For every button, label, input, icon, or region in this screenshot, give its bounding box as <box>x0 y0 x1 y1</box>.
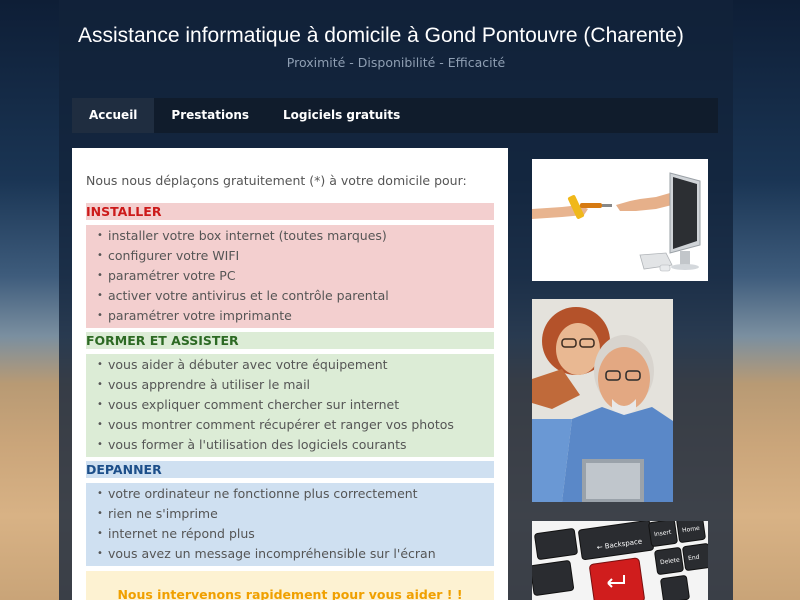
list-item: vous former à l'utilisation des logiciel… <box>86 435 494 455</box>
page-container: Assistance informatique à domicile à Gon… <box>59 0 733 600</box>
section-list-box: vous aider à débuter avec votre équipeme… <box>86 354 494 457</box>
list-item: activer votre antivirus et le contrôle p… <box>86 286 494 306</box>
site-tagline: Proximité - Disponibilité - Efficacité <box>286 55 506 70</box>
nav-item-accueil[interactable]: Accueil <box>72 98 155 133</box>
list-item: installer votre box internet (toutes mar… <box>86 226 494 246</box>
section-heading: DEPANNER <box>86 461 494 478</box>
list-item: vous montrer comment récupérer et ranger… <box>86 415 494 435</box>
site-title[interactable]: Assistance informatique à domicile à Gon… <box>78 23 718 49</box>
list-item: vous apprendre à utiliser le mail <box>86 375 494 395</box>
list-item: paramétrer votre imprimante <box>86 306 494 326</box>
list-item: vous avez un message incompréhensible su… <box>86 544 494 564</box>
intro-text: Nous nous déplaçons gratuitement (*) à v… <box>86 173 467 188</box>
section-former-assister: FORMER ET ASSISTER vous aider à débuter … <box>86 332 494 457</box>
main-content: Nous nous déplaçons gratuitement (*) à v… <box>72 148 508 600</box>
list-item: configurer votre WIFI <box>86 246 494 266</box>
nav-item-logiciels-gratuits[interactable]: Logiciels gratuits <box>266 98 417 133</box>
list-item: votre ordinateur ne fonctionne plus corr… <box>86 484 494 504</box>
hands-computer-image <box>532 159 708 281</box>
keyboard-image: ← Backspace Insert Home Delete End <box>532 521 708 600</box>
main-navigation: Accueil Prestations Logiciels gratuits <box>72 98 718 133</box>
senior-couple-image <box>532 299 673 502</box>
call-to-action-banner: Nous intervenons rapidement pour vous ai… <box>86 571 494 600</box>
list-item: paramétrer votre PC <box>86 266 494 286</box>
section-heading: FORMER ET ASSISTER <box>86 332 494 349</box>
list-item: rien ne s'imprime <box>86 504 494 524</box>
section-depanner: DEPANNER votre ordinateur ne fonctionne … <box>86 461 494 566</box>
section-list-box: installer votre box internet (toutes mar… <box>86 225 494 328</box>
section-heading: INSTALLER <box>86 203 494 220</box>
section-list-box: votre ordinateur ne fonctionne plus corr… <box>86 483 494 566</box>
list-item: internet ne répond plus <box>86 524 494 544</box>
nav-item-prestations[interactable]: Prestations <box>154 98 266 133</box>
section-installer: INSTALLER installer votre box internet (… <box>86 203 494 328</box>
list-item: vous expliquer comment chercher sur inte… <box>86 395 494 415</box>
list-item: vous aider à débuter avec votre équipeme… <box>86 355 494 375</box>
